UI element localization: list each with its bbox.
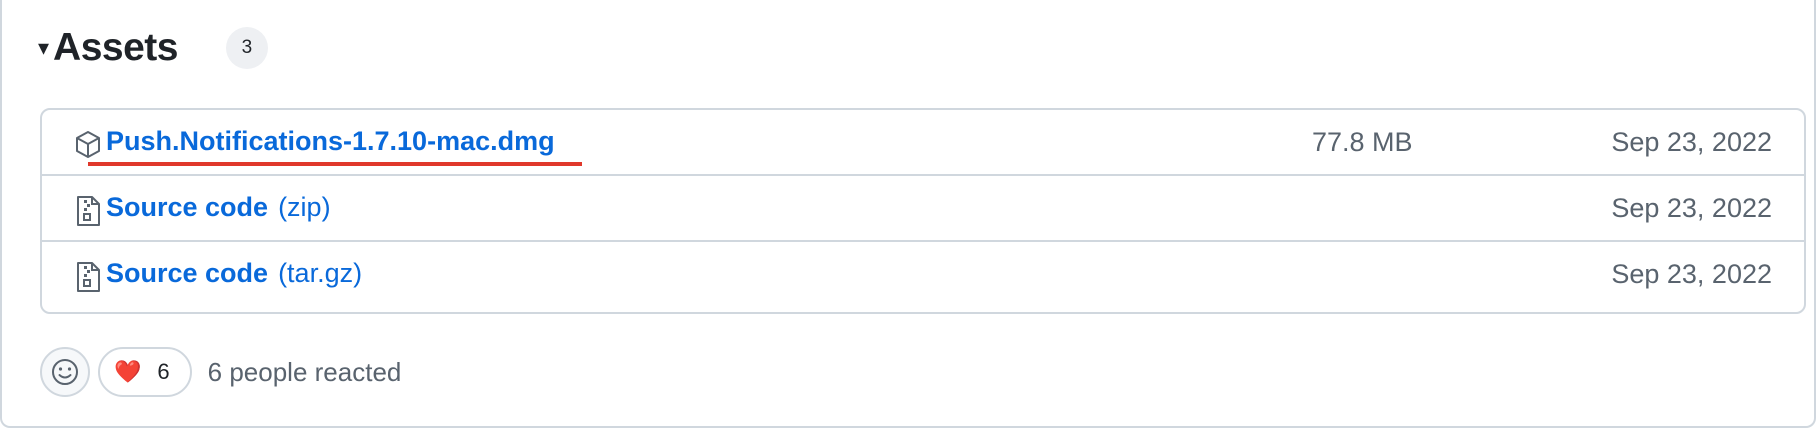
assets-count-badge: 3 bbox=[225, 27, 268, 69]
reaction-summary: 6 people reacted bbox=[207, 356, 402, 387]
package-icon bbox=[76, 131, 100, 158]
heart-reaction-button[interactable]: ❤️ 6 bbox=[98, 347, 192, 397]
asset-ext: (zip) bbox=[278, 192, 331, 222]
release-panel: ▾ Assets 3 Push.Notifications-1.7.10-mac… bbox=[0, 0, 1816, 428]
asset-name: Push.Notifications-1.7.10-mac.dmg bbox=[106, 126, 555, 156]
assets-toggle[interactable]: ▾ Assets 3 bbox=[38, 20, 268, 76]
assets-title: Assets bbox=[53, 26, 178, 69]
asset-name: Source code bbox=[106, 192, 269, 222]
reactions-bar: ❤️ 6 6 people reacted bbox=[40, 346, 401, 398]
asset-ext: (tar.gz) bbox=[278, 258, 363, 288]
add-reaction-button[interactable] bbox=[40, 347, 90, 397]
asset-row: Source code (zip) Sep 23, 2022 bbox=[42, 176, 1804, 242]
asset-link-zip[interactable]: Source code (zip) bbox=[106, 192, 331, 223]
heart-emoji: ❤️ bbox=[114, 359, 142, 384]
asset-date: Sep 23, 2022 bbox=[1611, 193, 1772, 223]
asset-name: Source code bbox=[106, 258, 269, 288]
asset-list: Push.Notifications-1.7.10-mac.dmg 77.8 M… bbox=[40, 108, 1806, 314]
annotation-underline bbox=[88, 162, 582, 166]
smiley-icon bbox=[52, 359, 78, 385]
asset-link-targz[interactable]: Source code (tar.gz) bbox=[106, 258, 362, 289]
asset-date: Sep 23, 2022 bbox=[1611, 259, 1772, 289]
asset-row: Source code (tar.gz) Sep 23, 2022 bbox=[42, 242, 1804, 308]
asset-date: Sep 23, 2022 bbox=[1611, 127, 1772, 157]
asset-size: 77.8 MB bbox=[1312, 127, 1413, 157]
file-zip-icon bbox=[77, 262, 100, 292]
heart-reaction-count: 6 bbox=[157, 359, 170, 384]
asset-link-dmg[interactable]: Push.Notifications-1.7.10-mac.dmg bbox=[106, 126, 555, 157]
asset-row: Push.Notifications-1.7.10-mac.dmg 77.8 M… bbox=[42, 110, 1804, 176]
file-zip-icon bbox=[77, 196, 100, 226]
caret-down-icon: ▾ bbox=[38, 35, 50, 60]
